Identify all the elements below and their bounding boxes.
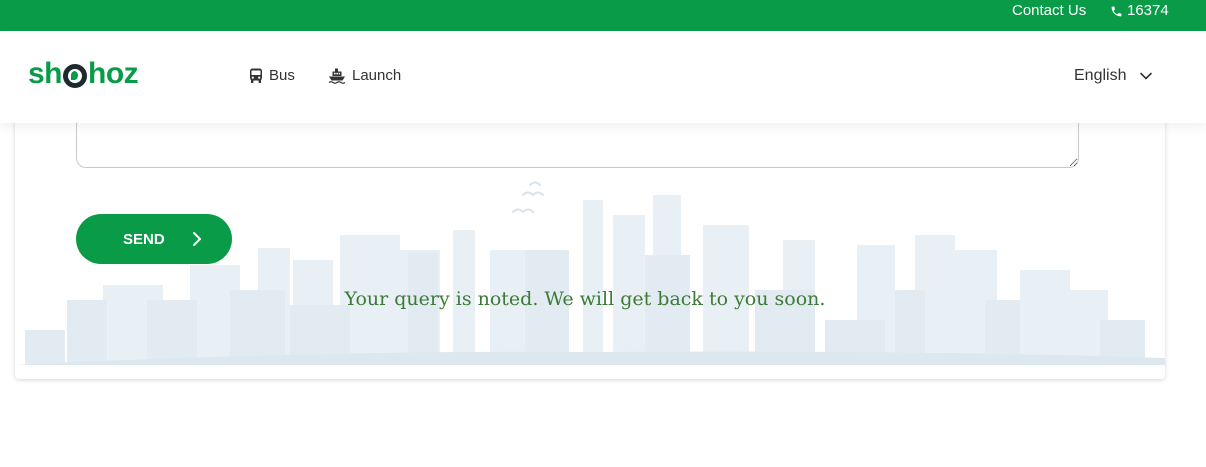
chevron-right-icon	[193, 232, 201, 246]
contact-form-card: SEND Your query is noted. We will get ba…	[15, 100, 1165, 379]
nav-item-bus[interactable]: Bus	[249, 67, 295, 84]
language-selector[interactable]: English	[1074, 67, 1153, 85]
city-skyline-illustration	[15, 181, 1165, 365]
send-button-label: SEND	[123, 230, 165, 248]
send-button[interactable]: SEND	[76, 214, 232, 264]
hotline-number: 16374	[1127, 2, 1169, 19]
logo-mark-icon	[63, 64, 88, 88]
nav-item-launch-label: Launch	[352, 67, 402, 84]
contact-us-link[interactable]: Contact Us	[1012, 2, 1086, 20]
hotline-link[interactable]: 16374	[1110, 2, 1169, 20]
nav-item-launch[interactable]: Launch	[328, 67, 401, 84]
top-bar: Contact Us 16374	[0, 0, 1206, 31]
success-message: Your query is noted. We will get back to…	[344, 288, 826, 310]
main-navbar: sh hoz Bus Launch English	[0, 31, 1206, 123]
bus-icon	[250, 68, 262, 83]
chevron-down-icon	[1140, 72, 1153, 80]
logo-text-start: sh	[28, 57, 63, 90]
phone-icon	[1111, 6, 1122, 16]
language-label: English	[1074, 67, 1127, 84]
nav-item-bus-label: Bus	[269, 67, 295, 84]
ship-icon	[328, 68, 346, 84]
logo-text-end: hoz	[88, 57, 139, 90]
shohoz-logo[interactable]: sh hoz	[28, 57, 139, 91]
